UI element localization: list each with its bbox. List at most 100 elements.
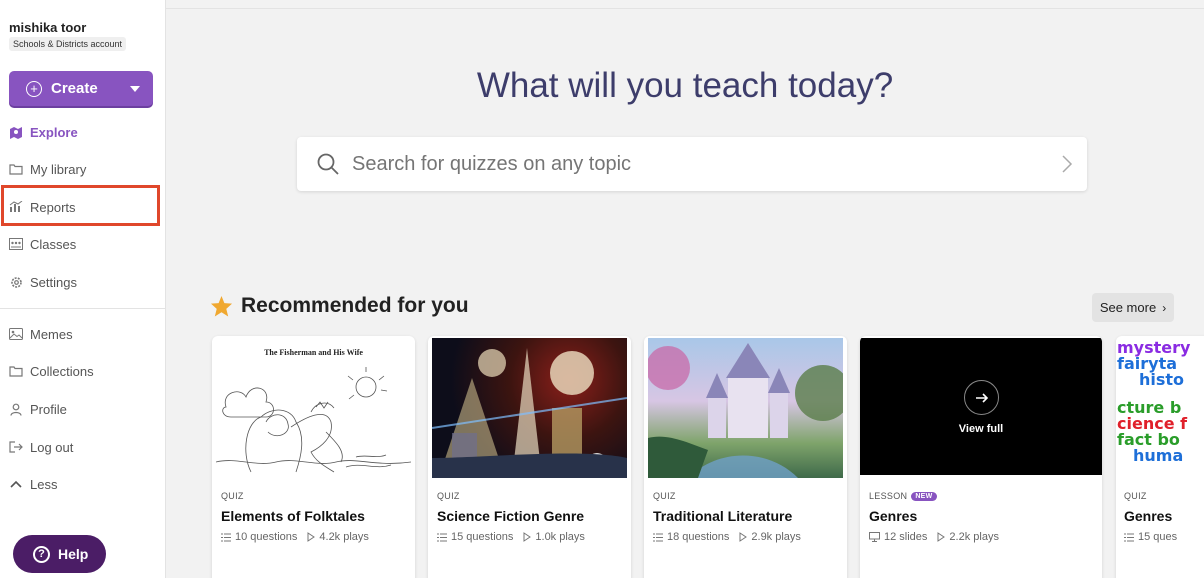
folder-icon: [9, 162, 23, 176]
sidebar-item-label: Memes: [30, 326, 73, 342]
play-count: 1.0k plays: [523, 531, 585, 543]
user-name: mishika toor: [9, 20, 87, 35]
see-more-button[interactable]: See more ›: [1092, 293, 1174, 322]
sidebar-item-label: Less: [30, 476, 58, 492]
play-count-text: 4.2k plays: [319, 531, 369, 543]
user-icon: [9, 402, 23, 416]
sci-fi-poster-illustration: [432, 348, 627, 478]
card-thumbnail: mystery fairyta histo cture b cience f f…: [1116, 338, 1204, 478]
slide-count-text: 12 slides: [884, 531, 928, 543]
image-icon: [9, 327, 23, 341]
sidebar-item-label: My library: [30, 161, 87, 177]
search-bar[interactable]: [297, 137, 1087, 191]
explore-icon: [9, 125, 23, 139]
question-count: 15 questions: [437, 531, 513, 543]
card-meta: 18 questions 2.9k plays: [653, 531, 811, 543]
see-more-label: See more: [1099, 300, 1157, 315]
card-title: Genres: [1124, 508, 1173, 524]
castle-illustration: [648, 343, 843, 478]
sidebar-item-log-out[interactable]: Log out: [9, 436, 73, 458]
account-type-badge: Schools & Districts account: [9, 37, 127, 51]
sidebar-item-label: Profile: [30, 401, 67, 417]
play-count-text: 1.0k plays: [535, 531, 585, 543]
sidebar: mishika toor Schools & Districts account…: [0, 0, 166, 578]
sidebar-item-settings[interactable]: Settings: [9, 271, 77, 293]
question-count-text: 15 ques: [1138, 531, 1178, 543]
card-title: Science Fiction Genre: [437, 508, 585, 524]
play-count: 2.9k plays: [739, 531, 801, 543]
play-icon: [523, 532, 532, 542]
card-meta: 15 questions 1.0k plays: [437, 531, 595, 543]
sidebar-item-my-library[interactable]: My library: [9, 158, 86, 180]
recommended-card-elements-of-folktales[interactable]: The Fisherman and His Wife QUIZ Elements…: [212, 336, 415, 578]
list-icon: [653, 533, 663, 541]
recommended-card-genres-lesson[interactable]: View full LESSON NEW Genres 12 slides 2.…: [860, 336, 1102, 578]
list-icon: [1124, 533, 1134, 541]
play-icon: [307, 532, 316, 542]
card-title: Genres: [869, 508, 918, 524]
presentation-icon: [869, 532, 880, 542]
sidebar-item-label: Log out: [30, 439, 74, 455]
question-count-text: 18 questions: [667, 531, 730, 543]
page-title: What will you teach today?: [476, 66, 894, 105]
recommended-card-genres-quiz[interactable]: mystery fairyta histo cture b cience f f…: [1116, 336, 1204, 578]
card-type-text: LESSON: [869, 491, 908, 501]
create-label: Create: [51, 80, 98, 97]
help-label: Help: [58, 546, 89, 562]
sidebar-divider: [0, 308, 166, 309]
play-count-text: 2.9k plays: [751, 531, 801, 543]
question-count-text: 10 questions: [235, 531, 298, 543]
card-type: QUIZ: [437, 491, 460, 501]
new-badge: NEW: [911, 491, 937, 501]
card-type: QUIZ: [1124, 491, 1147, 501]
question-count-text: 15 questions: [451, 531, 514, 543]
search-icon: [317, 153, 339, 175]
slide-count: 12 slides: [869, 531, 927, 543]
view-full-label: View full: [958, 423, 1004, 435]
recommended-card-traditional-literature[interactable]: QUIZ Traditional Literature 18 questions…: [644, 336, 847, 578]
folder-icon: [9, 364, 23, 378]
gear-icon: [9, 275, 23, 289]
card-meta: 10 questions 4.2k plays: [221, 531, 379, 543]
card-title: Traditional Literature: [653, 508, 793, 524]
recommended-heading: Recommended for you: [210, 294, 469, 318]
card-type: QUIZ: [653, 491, 676, 501]
view-full-overlay[interactable]: View full: [860, 338, 1102, 475]
create-button[interactable]: + Create: [9, 71, 153, 106]
thumbnail-caption: The Fisherman and His Wife: [264, 348, 363, 357]
list-icon: [221, 533, 231, 541]
sidebar-item-label: Collections: [30, 363, 94, 379]
recommended-card-science-fiction-genre[interactable]: QUIZ Science Fiction Genre 15 questions …: [428, 336, 631, 578]
caret-down-icon[interactable]: [130, 86, 140, 92]
sidebar-item-explore[interactable]: Explore: [9, 121, 78, 143]
recommended-title: Recommended for you: [241, 294, 469, 317]
sidebar-item-less[interactable]: Less: [9, 473, 57, 495]
play-icon: [937, 532, 946, 542]
classes-icon: [9, 237, 23, 251]
sidebar-item-collections[interactable]: Collections: [9, 360, 94, 382]
play-count-text: 2.2k plays: [949, 531, 999, 543]
logout-icon: [9, 440, 23, 454]
chevron-right-icon: ›: [1162, 300, 1167, 315]
plus-icon: +: [26, 80, 42, 97]
search-input[interactable]: [352, 152, 1032, 176]
chevron-right-icon[interactable]: [1061, 154, 1073, 174]
question-count: 10 questions: [221, 531, 297, 543]
question-count: 18 questions: [653, 531, 729, 543]
card-thumbnail: [432, 338, 627, 478]
card-thumbnail: View full: [860, 338, 1102, 475]
thumb-word: histo: [1139, 370, 1185, 389]
card-meta: 12 slides 2.2k plays: [869, 531, 1009, 543]
arrow-right-icon: [964, 380, 999, 415]
sidebar-item-memes[interactable]: Memes: [9, 323, 73, 345]
top-divider: [166, 8, 1204, 9]
card-thumbnail: [648, 338, 843, 478]
card-meta: 15 ques: [1124, 531, 1187, 543]
reports-highlight-box: [1, 185, 160, 226]
sidebar-item-profile[interactable]: Profile: [9, 398, 67, 420]
help-button[interactable]: ? Help: [13, 535, 106, 573]
card-title: Elements of Folktales: [221, 508, 365, 524]
sidebar-item-classes[interactable]: Classes: [9, 233, 76, 255]
play-count: 2.2k plays: [937, 531, 999, 543]
list-icon: [437, 533, 447, 541]
